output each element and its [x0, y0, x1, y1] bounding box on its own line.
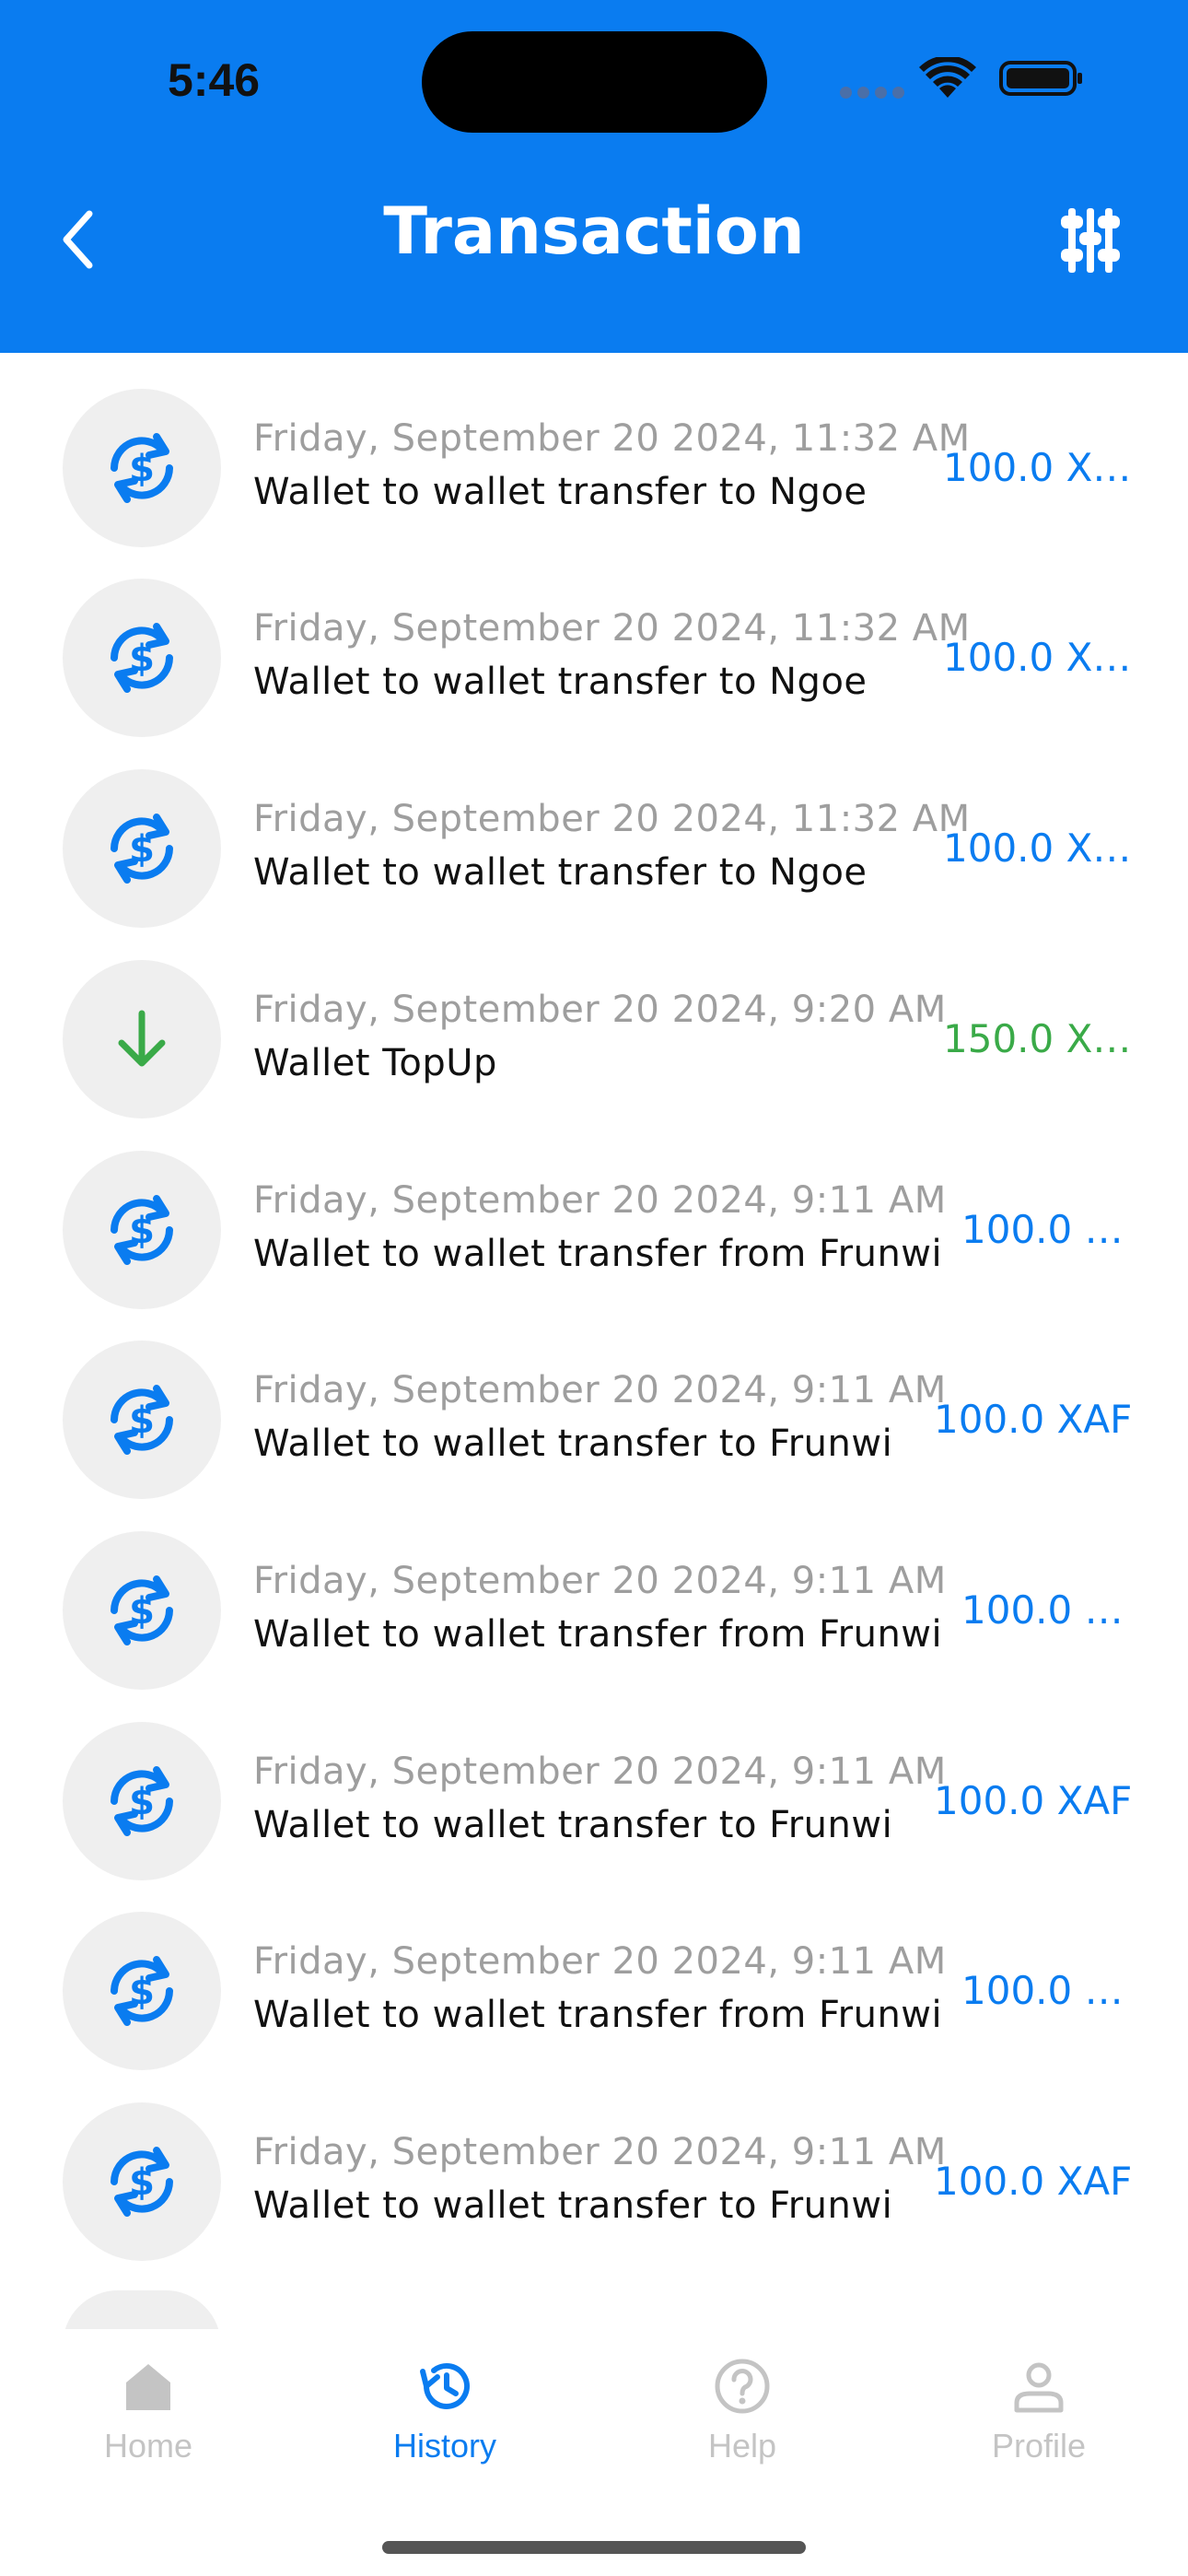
transaction-description: Wallet to wallet transfer to Ngoe	[253, 471, 868, 513]
transaction-amount: 150.0 X…	[943, 1016, 1132, 1061]
svg-text:$: $	[129, 1399, 155, 1442]
transaction-item[interactable]: $ Friday, September 20 2024, 9:11 AM Wal…	[0, 1115, 1188, 1309]
transaction-icon-container: $	[63, 1531, 221, 1690]
transaction-description: Wallet to wallet transfer from Frunwi	[253, 1994, 943, 2036]
transaction-screen: 5:46 Transaction $ Friday, September 20 …	[0, 0, 1188, 2576]
transaction-amount: 100.0 X…	[943, 445, 1132, 490]
transaction-description: Wallet to wallet transfer to Frunwi	[253, 1423, 893, 1465]
currency-exchange-icon: $	[111, 1385, 173, 1455]
transaction-icon-container	[63, 960, 221, 1118]
transaction-item[interactable]: $ Friday, September 20 2024, 9:11 AM Wal…	[0, 1495, 1188, 1690]
home-indicator	[382, 2541, 806, 2554]
transaction-description: Wallet to wallet transfer to Ngoe	[253, 661, 868, 703]
currency-exchange-icon: $	[111, 1195, 173, 1265]
status-time: 5:46	[168, 54, 261, 106]
transaction-description: Wallet to wallet transfer from Frunwi	[253, 1613, 943, 1656]
transaction-amount: 100.0 …	[961, 1587, 1124, 1633]
transaction-date: Friday, September 20 2024, 9:11 AM	[253, 2131, 947, 2173]
filter-sliders-icon	[1061, 208, 1120, 273]
filter-button[interactable]	[1057, 205, 1124, 276]
svg-text:$: $	[129, 638, 155, 680]
transaction-item[interactable]: $ Friday, September 20 2024, 11:32 AM Wa…	[0, 543, 1188, 737]
transaction-date: Friday, September 20 2024, 11:32 AM	[253, 607, 971, 650]
transaction-item[interactable]: $ Friday, September 20 2024, 9:11 AM Wal…	[0, 1305, 1188, 1499]
currency-exchange-icon: $	[111, 433, 173, 503]
nav-help-label: Help	[707, 2427, 777, 2465]
transaction-description: Wallet to wallet transfer to Frunwi	[253, 2184, 893, 2227]
currency-exchange-icon: $	[111, 1575, 173, 1645]
transaction-item[interactable]: $ Friday, September 20 2024, 11:32 AM Wa…	[0, 733, 1188, 928]
currency-exchange-icon: $	[111, 623, 173, 693]
transaction-amount: 100.0 X…	[943, 825, 1132, 871]
transaction-date: Friday, September 20 2024, 11:32 AM	[253, 417, 971, 460]
transaction-icon-container: $	[63, 579, 221, 737]
svg-text:$: $	[129, 1971, 155, 2013]
nav-history[interactable]: History	[353, 2357, 537, 2465]
transaction-date: Friday, September 20 2024, 9:11 AM	[253, 1940, 947, 1983]
currency-exchange-icon: $	[111, 814, 173, 884]
app-header: 5:46 Transaction	[0, 0, 1188, 353]
currency-exchange-icon: $	[111, 1956, 173, 2026]
transaction-icon-container: $	[63, 389, 221, 547]
signal-icon	[840, 85, 910, 102]
nav-help[interactable]: Help	[650, 2357, 834, 2465]
history-icon	[420, 2362, 470, 2409]
transaction-icon-container: $	[63, 769, 221, 928]
transaction-icon-container: $	[63, 1912, 221, 2070]
page-title: Transaction	[383, 193, 805, 269]
transaction-date: Friday, September 20 2024, 9:11 AM	[253, 1179, 947, 1222]
dynamic-island	[422, 31, 767, 133]
transaction-description: Wallet to wallet transfer to Ngoe	[253, 851, 868, 894]
transaction-date: Friday, September 20 2024, 9:11 AM	[253, 1369, 947, 1411]
wifi-icon	[919, 57, 976, 98]
transaction-amount: 100.0 XAF	[934, 1397, 1133, 1442]
transaction-item[interactable]: $ Friday, September 20 2024, 9:11 AM Wal…	[0, 1876, 1188, 2070]
nav-profile-label: Profile	[991, 2427, 1087, 2465]
transaction-icon-container: $	[63, 1151, 221, 1309]
nav-home-label: Home	[103, 2427, 193, 2465]
transaction-icon-container: $	[63, 1341, 221, 1499]
transaction-item[interactable]: $ Friday, September 20 2024, 11:32 AM Wa…	[0, 353, 1188, 547]
transaction-amount: 100.0 …	[961, 1968, 1124, 2013]
transaction-description: Wallet TopUp	[253, 1042, 497, 1084]
transaction-description: Wallet to wallet transfer to Frunwi	[253, 1804, 893, 1846]
nav-home[interactable]: Home	[56, 2357, 240, 2465]
battery-icon	[999, 61, 1082, 96]
profile-icon	[1014, 2362, 1064, 2413]
transaction-date: Friday, September 20 2024, 9:20 AM	[253, 989, 947, 1031]
svg-text:$: $	[129, 1590, 155, 1633]
currency-exchange-icon: $	[111, 2147, 173, 2217]
transaction-amount: 100.0 XAF	[934, 1778, 1133, 1823]
nav-history-label: History	[392, 2427, 496, 2465]
help-circle-icon	[715, 2359, 770, 2414]
transaction-icon-container: $	[63, 1722, 221, 1880]
svg-text:$: $	[129, 1781, 155, 1823]
arrow-down-icon	[118, 1010, 166, 1067]
svg-text:$: $	[129, 1210, 155, 1252]
transaction-description: Wallet to wallet transfer from Frunwi	[253, 1233, 943, 1275]
transaction-item[interactable]: Friday, September 20 2024, 9:20 AM Walle…	[0, 924, 1188, 1118]
home-icon	[126, 2364, 170, 2410]
transaction-item[interactable]: $ Friday, September 20 2024, 9:11 AM Wal…	[0, 1686, 1188, 1880]
transaction-item[interactable]: $ Friday, September 20 2024, 9:11 AM Wal…	[0, 2067, 1188, 2261]
transaction-date: Friday, September 20 2024, 11:32 AM	[253, 798, 971, 840]
currency-exchange-icon: $	[111, 1766, 173, 1836]
svg-text:$: $	[129, 828, 155, 871]
transaction-date: Friday, September 20 2024, 9:11 AM	[253, 1751, 947, 1793]
transaction-date: Friday, September 20 2024, 9:11 AM	[253, 1560, 947, 1602]
nav-profile[interactable]: Profile	[947, 2357, 1131, 2465]
bottom-nav: Home History Help Profile	[0, 2329, 1188, 2576]
transaction-amount: 100.0 …	[961, 1207, 1124, 1252]
transaction-amount: 100.0 XAF	[934, 2159, 1133, 2204]
transaction-icon-container: $	[63, 2102, 221, 2261]
transaction-amount: 100.0 X…	[943, 635, 1132, 680]
svg-text:$: $	[129, 2161, 155, 2204]
svg-text:$: $	[129, 448, 155, 490]
